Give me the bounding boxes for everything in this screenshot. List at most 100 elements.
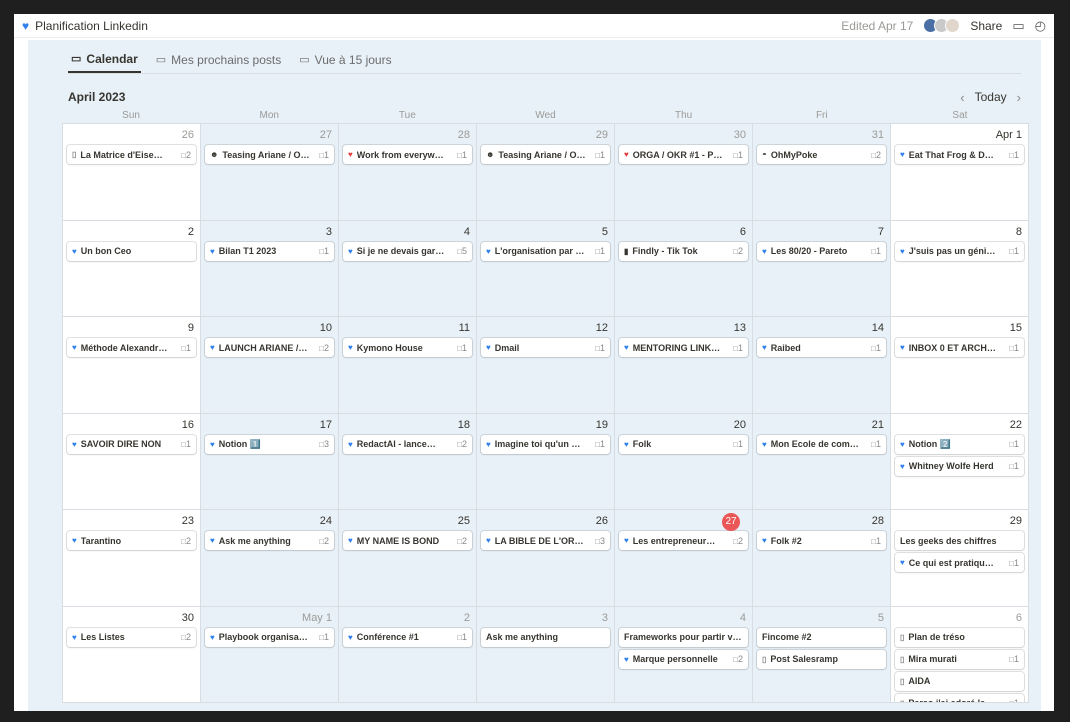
calendar-day-cell[interactable]: 14 ♥Raibed 1 [753, 317, 891, 414]
event-card[interactable]: ♥MENTORING LINK… 1 [619, 338, 748, 357]
event-card[interactable]: ♥J'suis pas un géni… 1 [895, 241, 1024, 261]
event-card[interactable]: ♥L'organisation par … 1 [481, 241, 610, 261]
calendar-day-cell[interactable]: 19 ♥Imagine toi qu'un … 1 [477, 413, 615, 510]
event-card[interactable]: ▮Findly - Tik Tok 2 [619, 241, 748, 261]
calendar-day-cell[interactable]: 27 ☻Teasing Ariane / O… 1 [201, 124, 339, 221]
calendar-day-cell[interactable]: 26 ♥LA BIBLE DE L'OR… 3 [477, 510, 615, 607]
event-card[interactable]: Frameworks pour partir v… [619, 627, 748, 647]
calendar-day-cell[interactable]: 13 ♥MENTORING LINK… 1 [615, 317, 753, 414]
history-clock-icon[interactable]: ◴ [1035, 18, 1046, 34]
calendar-day-cell[interactable]: 28 ♥Folk #2 1 [753, 510, 891, 607]
calendar-day-cell[interactable]: 29 Les geeks des chiffres ♥ Ce qui est prat… [891, 510, 1029, 607]
calendar-day-cell[interactable]: 27 ♥Les entrepreneur… 2 [615, 510, 753, 607]
event-card[interactable]: ♥Playbook organisa… 1 [205, 627, 334, 647]
calendar-day-cell[interactable]: 3 Ask me anything [477, 606, 615, 703]
calendar-day-cell[interactable]: 4 Frameworks pour partir v… ♥ Marque person… [615, 606, 753, 703]
event-card[interactable]: ♥Folk 1 [619, 434, 748, 454]
calendar-day-cell[interactable]: 22♥Notion 2️⃣1♥Whitney Wolfe Herd1 [891, 413, 1029, 510]
calendar-day-cell[interactable]: 2 ♥ Un bon Ceo [63, 220, 201, 317]
event-card[interactable]: ♥LA BIBLE DE L'OR… 3 [481, 531, 610, 550]
event-card[interactable]: ♥MY NAME IS BOND 2 [343, 531, 472, 550]
event-card[interactable]: ♥Ce qui est pratiqu… 1 [895, 553, 1024, 572]
calendar-day-cell[interactable]: 6 ▮Findly - Tik Tok 2 [615, 220, 753, 317]
comments-icon[interactable]: ▭ [1012, 18, 1024, 34]
calendar-day-cell[interactable]: 25 ♥MY NAME IS BOND 2 [339, 510, 477, 607]
calendar-day-cell[interactable]: 21 ♥Mon Ecole de com… 1 [753, 413, 891, 510]
calendar-day-cell[interactable]: 26 ▯La Matrice d'Eise… 2 [63, 124, 201, 221]
calendar-day-cell[interactable]: 2 ♥Conférence #1 1 [339, 606, 477, 703]
event-card[interactable]: ♥Si je ne devais gar… 5 [343, 241, 472, 261]
event-card[interactable]: ▯ AIDA [895, 671, 1024, 691]
calendar-day-cell[interactable]: May 1 ♥Playbook organisa… 1 [201, 606, 339, 703]
calendar-day-cell[interactable]: 18 ♥RedactAI - lance… 2 [339, 413, 477, 510]
event-card[interactable]: ♥Raibed 1 [757, 338, 886, 357]
event-card[interactable]: ♥Méthode Alexandr… 1 [67, 338, 196, 357]
event-card[interactable]: ♥Les Listes 2 [67, 627, 196, 647]
calendar-day-cell[interactable]: 28 ♥Work from everyw… 1 [339, 124, 477, 221]
event-card[interactable]: ♥Tarantino 2 [67, 531, 196, 550]
event-card[interactable]: ♥Ask me anything 2 [205, 531, 334, 550]
event-card[interactable]: Les geeks des chiffres [895, 531, 1024, 550]
calendar-day-cell[interactable]: 11 ♥Kymono House 1 [339, 317, 477, 414]
event-card[interactable]: ♥SAVOIR DIRE NON 1 [67, 434, 196, 454]
event-card[interactable]: Ask me anything [481, 627, 610, 647]
calendar-day-cell[interactable]: 7 ♥Les 80/20 - Pareto 1 [753, 220, 891, 317]
calendar-day-cell[interactable]: 6▯Plan de tréso▯Mira murati1▯AIDA▯Perso … [891, 606, 1029, 703]
event-card[interactable]: ♥Les entrepreneur… 2 [619, 531, 748, 550]
event-card[interactable]: ♥Folk #2 1 [757, 531, 886, 550]
event-card[interactable]: ♥Conférence #1 1 [343, 627, 472, 647]
calendar-day-cell[interactable]: 30 ♥ORGA / OKR #1 - P… 1 [615, 124, 753, 221]
calendar-day-cell[interactable]: 5 Fincome #2 ▯ Post Salesramp [753, 606, 891, 703]
calendar-day-cell[interactable]: 30 ♥Les Listes 2 [63, 606, 201, 703]
calendar-day-cell[interactable]: 4 ♥Si je ne devais gar… 5 [339, 220, 477, 317]
event-card[interactable]: ▯La Matrice d'Eise… 2 [67, 145, 196, 164]
calendar-day-cell[interactable]: 9 ♥Méthode Alexandr… 1 [63, 317, 201, 414]
event-card[interactable]: ♥Notion 2️⃣ 1 [895, 434, 1024, 454]
event-card[interactable]: ◓OhMyPoke 2 [757, 145, 886, 164]
calendar-day-cell[interactable]: 29 ☻Teasing Ariane / O… 1 [477, 124, 615, 221]
event-card[interactable]: ☻Teasing Ariane / O… 1 [205, 145, 334, 164]
calendar-day-cell[interactable]: 5 ♥L'organisation par … 1 [477, 220, 615, 317]
next-month-icon[interactable]: › [1017, 90, 1021, 105]
event-card[interactable]: ♥Imagine toi qu'un … 1 [481, 434, 610, 454]
event-card[interactable]: ♥Notion 1️⃣ 3 [205, 434, 334, 454]
event-card[interactable]: Fincome #2 [757, 627, 886, 647]
calendar-day-cell[interactable]: 23 ♥Tarantino 2 [63, 510, 201, 607]
calendar-day-cell[interactable]: 12 ♥Dmail 1 [477, 317, 615, 414]
calendar-day-cell[interactable]: 15 ♥INBOX 0 ET ARCH… 1 [891, 317, 1029, 414]
calendar-day-cell[interactable]: 8 ♥J'suis pas un géni… 1 [891, 220, 1029, 317]
event-card[interactable]: ▯Perso j'ai adoré le … 1 [895, 693, 1024, 703]
calendar-day-cell[interactable]: 17 ♥Notion 1️⃣ 3 [201, 413, 339, 510]
event-card[interactable]: ▯Mira murati 1 [895, 649, 1024, 669]
avatar[interactable] [945, 18, 961, 33]
event-card[interactable]: ▯ Post Salesramp [757, 649, 886, 669]
event-card[interactable]: ♥Bilan T1 2023 1 [205, 241, 334, 261]
event-card[interactable]: ♥LAUNCH ARIANE /… 2 [205, 338, 334, 357]
event-card[interactable]: ♥Kymono House 1 [343, 338, 472, 357]
calendar-day-cell[interactable]: 16 ♥SAVOIR DIRE NON 1 [63, 413, 201, 510]
event-card[interactable]: ♥Marque personnelle 2 [619, 649, 748, 669]
event-card[interactable]: ♥Dmail 1 [481, 338, 610, 357]
tab-1[interactable]: ▭ Mes prochains posts [153, 46, 284, 73]
event-card[interactable]: ♥Whitney Wolfe Herd 1 [895, 456, 1024, 476]
calendar-day-cell[interactable]: 20 ♥Folk 1 [615, 413, 753, 510]
event-card[interactable]: ♥Work from everyw… 1 [343, 145, 472, 164]
event-card[interactable]: ♥ Un bon Ceo [67, 241, 196, 261]
event-card[interactable]: ♥INBOX 0 ET ARCH… 1 [895, 338, 1024, 357]
event-card[interactable]: ♥Mon Ecole de com… 1 [757, 434, 886, 454]
event-card[interactable]: ▯ Plan de tréso [895, 627, 1024, 647]
calendar-day-cell[interactable]: 24 ♥Ask me anything 2 [201, 510, 339, 607]
previous-month-icon[interactable]: ‹ [960, 90, 964, 105]
calendar-day-cell[interactable]: 31 ◓OhMyPoke 2 [753, 124, 891, 221]
event-card[interactable]: ☻Teasing Ariane / O… 1 [481, 145, 610, 164]
event-card[interactable]: ♥Les 80/20 - Pareto 1 [757, 241, 886, 261]
tab-2[interactable]: ▭ Vue à 15 jours [296, 46, 394, 73]
collaborator-avatars[interactable] [923, 18, 961, 33]
tab-0[interactable]: ▭ Calendar [68, 46, 141, 73]
event-card[interactable]: ♥ORGA / OKR #1 - P… 1 [619, 145, 748, 164]
today-button[interactable]: Today [975, 90, 1007, 104]
event-card[interactable]: ♥Eat That Frog & D… 1 [895, 145, 1024, 164]
share-button[interactable]: Share [970, 19, 1002, 33]
calendar-day-cell[interactable]: 3 ♥Bilan T1 2023 1 [201, 220, 339, 317]
event-card[interactable]: ♥RedactAI - lance… 2 [343, 434, 472, 454]
